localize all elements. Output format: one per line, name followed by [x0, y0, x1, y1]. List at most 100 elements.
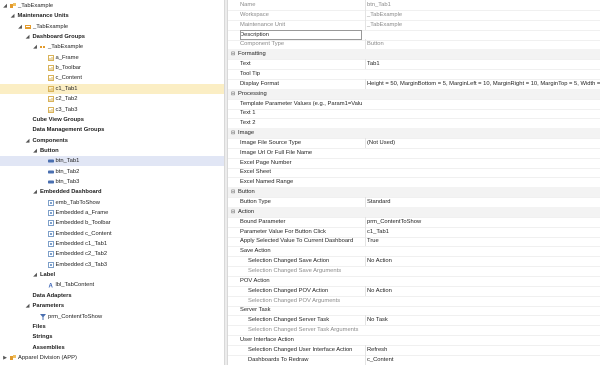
tree-node-tabexample[interactable]: ◢ _TabExample [0, 1, 224, 11]
parameter-icon [40, 313, 46, 320]
tree-node-label: Embedded a_Frame [55, 210, 109, 216]
tree-node-btn-tab1[interactable]: btn_Tab1 [0, 156, 224, 167]
tree-node-emb-tabtoshow[interactable]: emb_TabToShow [0, 198, 224, 208]
category-label: Image [238, 130, 255, 137]
tree-node-files[interactable]: Files [0, 322, 224, 332]
dashboard-icon [47, 75, 54, 82]
property-name: Dashboards To Redraw [248, 356, 309, 363]
collapse-arrow-icon[interactable]: ◢ [25, 32, 31, 42]
tree-node-tabexample[interactable]: ◢ _TabExample [0, 42, 224, 52]
tree-node-c3-tab3[interactable]: c3_Tab3 [0, 105, 224, 115]
tree-node-embedded-c2-tab2[interactable]: Embedded c2_Tab2 [0, 249, 224, 259]
category-label: Button [238, 189, 255, 196]
property-value[interactable]: No Action [365, 285, 600, 296]
tree-node-tabexample[interactable]: ◢ _TabExample [0, 22, 224, 32]
collapse-category-icon[interactable]: ⊟ [231, 128, 235, 138]
category-label: Action [238, 208, 255, 215]
tree-node-c2-tab2[interactable]: c2_Tab2 [0, 94, 224, 104]
expand-arrow-icon[interactable]: ▶ [2, 353, 8, 363]
property-value[interactable]: (Not Used) [365, 137, 600, 148]
collapse-arrow-icon[interactable]: ◢ [2, 1, 8, 11]
tree-node-embedded-c1-tab1[interactable]: Embedded c1_Tab1 [0, 239, 224, 249]
collapse-category-icon[interactable]: ⊟ [231, 89, 235, 99]
category-label: Formatting [238, 51, 266, 58]
collapse-arrow-icon[interactable]: ◢ [17, 22, 23, 32]
tree-node-embedded-b-toolbar[interactable]: Embedded b_Toolbar [0, 218, 224, 228]
collapse-category-icon[interactable]: ⊟ [231, 207, 235, 217]
property-value[interactable]: c_Content [365, 354, 600, 365]
property-name: Description [240, 29, 362, 40]
collapse-arrow-icon[interactable]: ◢ [32, 42, 38, 52]
collapse-arrow-icon[interactable]: ◢ [32, 187, 38, 197]
tree-node-maintenance-units[interactable]: ◢ Maintenance Units [0, 11, 224, 21]
tree-node-btn-tab2[interactable]: btn_Tab2 [0, 167, 224, 177]
tree-node-assemblies[interactable]: Assemblies [0, 343, 224, 353]
embedded-dashboard-icon [47, 199, 54, 206]
tree-node-embedded-a-frame[interactable]: Embedded a_Frame [0, 208, 224, 218]
tree-node-lbl-tabcontent[interactable]: Albl_TabContent [0, 280, 224, 290]
property-name: Text [240, 61, 251, 68]
property-dashboards-to-redraw[interactable]: Dashboards To Redraw c_Content [228, 354, 600, 365]
property-name: Excel Page Number [240, 159, 292, 166]
tree-node-strings[interactable]: Strings [0, 332, 224, 342]
tree-node-label: c3_Tab3 [55, 106, 78, 113]
category-label: Processing [238, 90, 267, 97]
tree-node-button[interactable]: ◢ Button [0, 146, 224, 156]
tree-node-label: prm_ContentToShow [48, 313, 103, 320]
tree-node-a-frame[interactable]: a_Frame [0, 53, 224, 63]
tree-node-label[interactable]: ◢ Label [0, 270, 224, 280]
tree-node-parameters[interactable]: ◢ Parameters [0, 301, 224, 311]
property-value[interactable]: prm_ContentToShow [365, 216, 600, 227]
tree-node-label: emb_TabToShow [55, 199, 100, 206]
collapse-arrow-icon[interactable]: ◢ [32, 146, 38, 156]
tree-node-label: Embedded c3_Tab3 [55, 261, 108, 268]
tree-node-components[interactable]: ◢ Components [0, 136, 224, 146]
tree-node-label: _TabExample [48, 44, 84, 51]
tree-node-data-management-groups[interactable]: Data Management Groups [0, 125, 224, 135]
property-value: btn_Tab1 [365, 0, 600, 10]
collapse-arrow-icon[interactable]: ◢ [25, 136, 31, 146]
tree-node-b-toolbar[interactable]: b_Toolbar [0, 63, 224, 73]
tree-node-prm-contenttoshow[interactable]: prm_ContentToShow [0, 312, 224, 322]
property-name: Selection Changed Save Arguments [248, 267, 342, 274]
property-value[interactable]: Tab1 [365, 59, 600, 70]
property-value[interactable]: Refresh [365, 344, 600, 355]
maintenance-unit-icon [25, 24, 31, 30]
property-value[interactable]: Standard [365, 197, 600, 207]
property-value[interactable]: True [365, 236, 600, 247]
property-value: Button [365, 39, 600, 50]
tree-node-label: Data Management Groups [32, 127, 105, 134]
tree-node-dashboard-groups[interactable]: ◢ Dashboard Groups [0, 32, 224, 42]
tree-node-data-adapters[interactable]: Data Adapters [0, 291, 224, 301]
tree-node-label: Assemblies [32, 344, 65, 351]
collapse-arrow-icon[interactable]: ◢ [25, 301, 31, 311]
property-value[interactable]: c1_Tab1 [365, 226, 600, 237]
tree-node-label: c1_Tab1 [55, 85, 78, 92]
tree-node-cube-view-groups[interactable]: Cube View Groups [0, 115, 224, 125]
tree-node-label: btn_Tab2 [55, 168, 80, 175]
svg-text:A: A [48, 284, 53, 289]
property-name: POV Action [240, 277, 270, 284]
tree-node-label: btn_Tab1 [55, 158, 80, 165]
property-name: Tool Tip [240, 70, 260, 77]
property-value[interactable]: No Action [365, 256, 600, 267]
property-name: Save Action [240, 248, 271, 255]
embedded-dashboard-icon [47, 251, 54, 258]
tree-node-label: Dashboard Groups [32, 34, 86, 41]
collapse-arrow-icon[interactable]: ◢ [32, 270, 38, 280]
tree-node-c-content[interactable]: c_Content [0, 73, 224, 83]
button-component-icon [47, 169, 54, 175]
tree-node-label: b_Toolbar [55, 65, 81, 72]
tree-node-btn-tab3[interactable]: btn_Tab3 [0, 177, 224, 187]
collapse-category-icon[interactable]: ⊟ [231, 187, 235, 197]
property-value[interactable]: Height = 50, MarginBottom = 5, MarginLef… [365, 78, 600, 89]
tree-node-embedded-dashboard[interactable]: ◢ Embedded Dashboard [0, 187, 224, 197]
collapse-category-icon[interactable]: ⊟ [231, 49, 235, 59]
collapse-arrow-icon[interactable]: ◢ [10, 11, 16, 21]
property-value[interactable]: No Task [365, 315, 600, 326]
tree-node-embedded-c-content[interactable]: Embedded c_Content [0, 229, 224, 239]
tree-node-c1-tab1[interactable]: c1_Tab1 [0, 83, 224, 94]
property-name: Excel Sheet [240, 169, 271, 176]
tree-node-apparel-division-app[interactable]: ▶ Apparel Division (APP) [0, 353, 224, 363]
tree-node-embedded-c3-tab3[interactable]: Embedded c3_Tab3 [0, 260, 224, 270]
